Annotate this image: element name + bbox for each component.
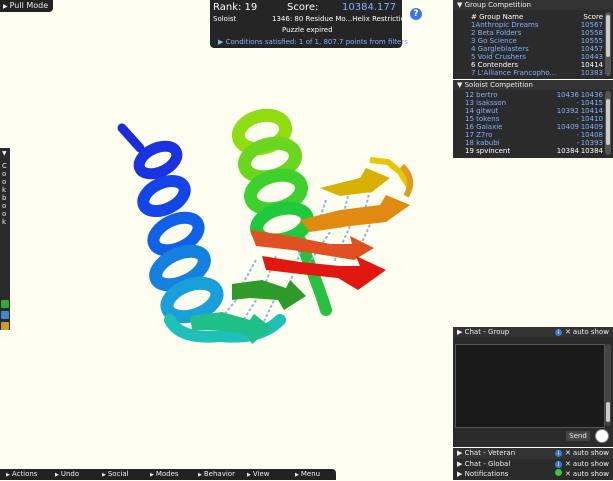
- puzzle-title: 1346: 80 Residue Mo...Helix Restrictions: [272, 15, 414, 23]
- score-panel: Rank: 19 Score: 10384.177 Soloist 1346: …: [210, 0, 413, 48]
- score-label: Score:: [287, 2, 319, 13]
- group-competition-panel: ▼ Group Competition # Group Name Score 1…: [453, 0, 613, 79]
- bottom-toolbar: ▶ Actions ▶ Undo ▶ Social ▶ Modes ▶ Behavior …: [0, 469, 336, 480]
- table-row[interactable]: 12 bertro 10436 10436: [459, 91, 603, 99]
- send-button[interactable]: Send: [566, 431, 590, 441]
- cookbook-tab[interactable]: ▼ Cookbook: [0, 148, 10, 330]
- chat-veteran-header[interactable]: ▶ Chat - Veteran i ✕ auto show: [453, 448, 613, 459]
- undo-menu[interactable]: ▶ Undo: [55, 469, 79, 481]
- chat-scrollbar[interactable]: [605, 344, 611, 426]
- recipe-icon[interactable]: [1, 311, 9, 319]
- table-row[interactable]: 13 isaksson -10415: [459, 99, 603, 107]
- close-icon[interactable]: ✕: [565, 460, 571, 468]
- close-icon[interactable]: ✕: [565, 470, 571, 478]
- table-row[interactable]: 19 spvincent 10384 10384: [459, 147, 603, 155]
- soloist-competition-panel: ▼ Soloist Competition 12 bertro 10436 1043…: [453, 80, 613, 158]
- soloist-competition-header[interactable]: ▼ Soloist Competition: [453, 80, 613, 90]
- menu-menu[interactable]: ▶ Menu: [295, 469, 320, 481]
- chat-stack: ▶ Chat - Veteran i ✕ auto show ▶ Chat - Gl…: [453, 448, 613, 480]
- cookbook-label: Cookbook: [2, 162, 7, 226]
- group-scrollbar[interactable]: [605, 12, 611, 76]
- pull-mode-button[interactable]: ▶ Pull Mode: [0, 0, 53, 12]
- triangle-down-icon: ▼: [2, 150, 7, 157]
- help-icon[interactable]: ?: [409, 7, 423, 21]
- close-icon[interactable]: ✕: [565, 328, 571, 336]
- view-menu[interactable]: ▶ View: [247, 469, 269, 481]
- conditions-toggle[interactable]: ▶ Conditions satisfied: 1 of 1, 807.7 po…: [218, 38, 408, 46]
- chat-group-textarea[interactable]: [455, 344, 605, 428]
- chat-group-header[interactable]: ▶ Chat - Group i ✕ auto show: [453, 327, 613, 337]
- modes-menu[interactable]: ▶ Modes: [150, 469, 179, 481]
- rank-label: Rank: 19: [213, 2, 258, 13]
- soloist-scrollbar[interactable]: [605, 91, 611, 155]
- puzzle-status: Puzzle expired: [282, 26, 333, 34]
- table-row[interactable]: 18 kabubi -10393: [459, 139, 603, 147]
- triangle-icon: ▶: [3, 3, 8, 10]
- group-table: # Group Name Score 1Anthropic Dreams 1056…: [459, 13, 603, 77]
- table-row[interactable]: 1Anthropic Dreams 10567: [459, 21, 603, 29]
- info-icon[interactable]: i: [555, 461, 563, 468]
- recipe-icon[interactable]: [1, 300, 9, 308]
- table-row[interactable]: 4 Gargleblasters 10457: [459, 45, 603, 53]
- table-row[interactable]: 7 L'Alliance Francopho... 10383: [459, 69, 603, 77]
- table-row[interactable]: 5 Void Crushers 10443: [459, 53, 603, 61]
- actions-menu[interactable]: ▶ Actions: [6, 469, 37, 481]
- close-icon[interactable]: ✕: [565, 449, 571, 457]
- notifications-header[interactable]: ▶ Notifications ✕ auto show: [453, 469, 613, 480]
- score-value: 10384.177: [342, 2, 397, 13]
- info-icon[interactable]: i: [555, 450, 563, 457]
- recipe-icon[interactable]: [1, 322, 9, 330]
- behavior-menu[interactable]: ▶ Behavior: [198, 469, 235, 481]
- table-row[interactable]: 3 Go Science 10555: [459, 37, 603, 45]
- mode-label: Soloist: [213, 15, 237, 23]
- table-row[interactable]: 6 Contenders 10414: [459, 61, 603, 69]
- table-header: # Group Name Score: [471, 13, 603, 21]
- table-row[interactable]: 15 tokens -10410: [459, 115, 603, 123]
- table-row[interactable]: 16 Galaxie 10409 10409: [459, 123, 603, 131]
- table-row[interactable]: 2 Beta Folders 10558: [459, 29, 603, 37]
- info-icon[interactable]: i: [555, 329, 563, 336]
- table-row[interactable]: 14 gitwut 10392 10414: [459, 107, 603, 115]
- chat-group-panel: ▶ Chat - Group i ✕ auto show Send: [453, 327, 613, 447]
- clock-icon[interactable]: [595, 429, 609, 443]
- table-row[interactable]: 17 Z7ro -10408: [459, 131, 603, 139]
- soloist-table: 12 bertro 10436 10436 13 isaksson -10415 14…: [459, 91, 603, 155]
- helix-green: [231, 108, 332, 316]
- status-icon[interactable]: [555, 469, 563, 476]
- social-menu[interactable]: ▶ Social: [102, 469, 129, 481]
- group-competition-header[interactable]: ▼ Group Competition: [453, 0, 613, 10]
